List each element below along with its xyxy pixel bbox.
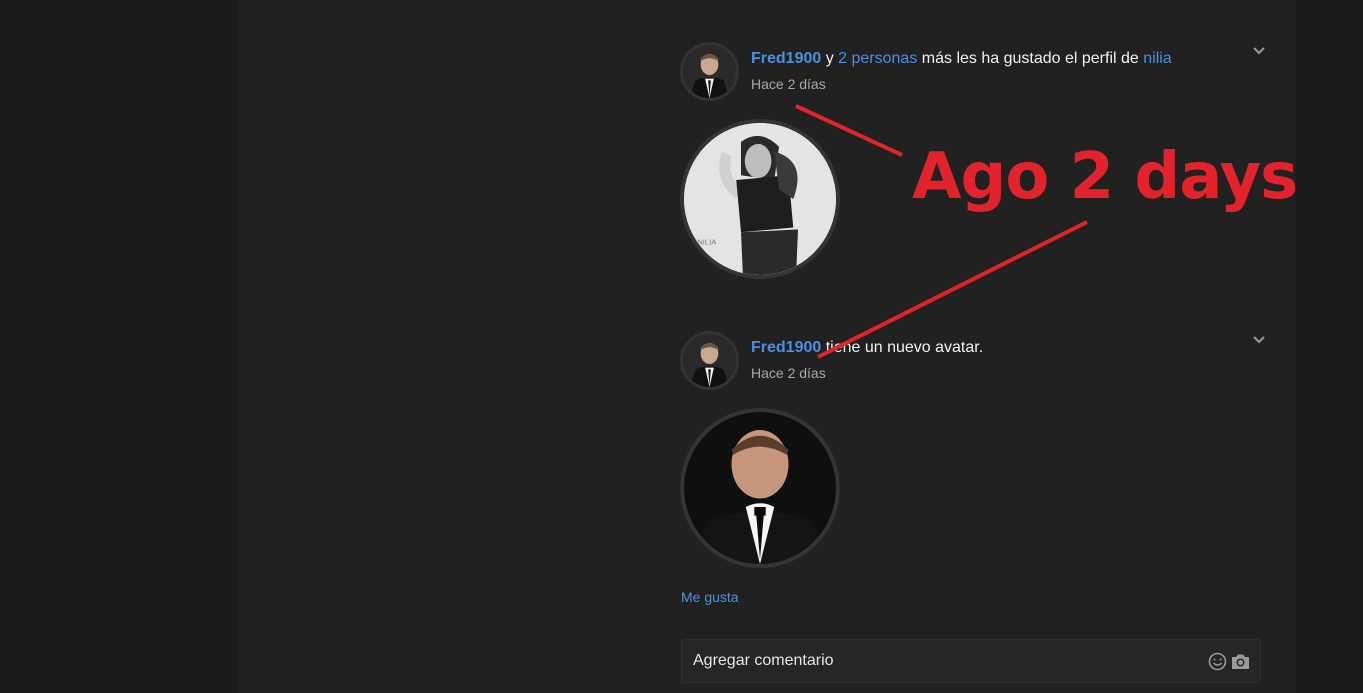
- target-link[interactable]: nilia: [1143, 50, 1171, 67]
- liked-profile-image[interactable]: NILIA: [680, 119, 840, 279]
- smiley-icon[interactable]: [1208, 652, 1227, 671]
- like-button[interactable]: Me gusta: [681, 589, 739, 605]
- camera-icon[interactable]: [1230, 652, 1251, 671]
- new-avatar-image[interactable]: [680, 408, 840, 568]
- timestamp[interactable]: Hace 2 días: [751, 76, 826, 92]
- annotation-text: Ago 2 days: [912, 140, 1298, 214]
- comment-box: [681, 639, 1261, 683]
- actor-link[interactable]: Fred1900: [751, 50, 821, 67]
- chevron-down-icon[interactable]: [1250, 331, 1268, 349]
- comment-input[interactable]: [693, 640, 1193, 682]
- actor-link[interactable]: Fred1900: [751, 339, 821, 356]
- chevron-down-icon[interactable]: [1250, 42, 1268, 60]
- timestamp[interactable]: Hace 2 días: [751, 365, 826, 381]
- action-text: tiene un nuevo avatar.: [821, 339, 984, 356]
- connector-text: y: [821, 50, 839, 67]
- avatar[interactable]: [680, 42, 739, 101]
- svg-text:NILIA: NILIA: [697, 238, 717, 247]
- action-text: más les ha gustado el perfil de: [917, 50, 1144, 67]
- others-link[interactable]: 2 personas: [838, 50, 917, 67]
- feed-headline: Fred1900 tiene un nuevo avatar.: [751, 338, 983, 358]
- avatar[interactable]: [680, 331, 739, 390]
- feed-headline: Fred1900 y 2 personas más les ha gustado…: [751, 49, 1172, 69]
